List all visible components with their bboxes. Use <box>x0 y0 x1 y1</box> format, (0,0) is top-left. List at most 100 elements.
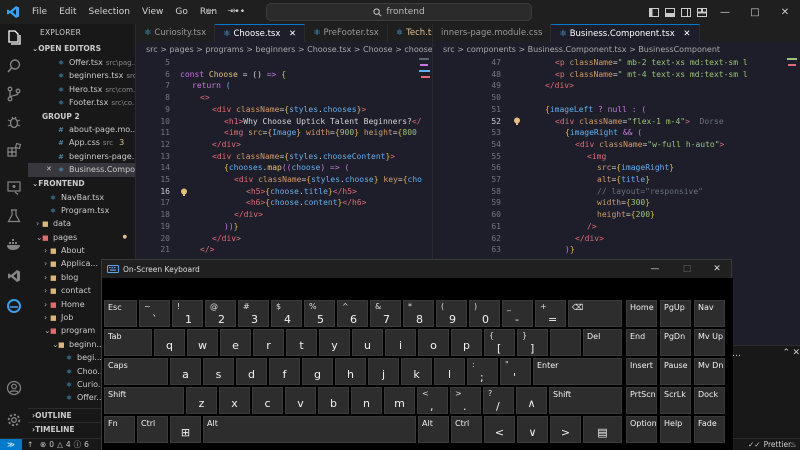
chevron-down-icon[interactable]: ⌄ <box>36 231 43 244</box>
key-r[interactable]: r <box>253 329 284 356</box>
key-mv-up[interactable]: Mv Up <box>694 329 725 356</box>
key--[interactable]: _ - <box>502 300 533 327</box>
key-s[interactable]: s <box>203 358 234 385</box>
key-⌫[interactable]: ⌫ <box>568 300 622 327</box>
key-,[interactable]: <, <box>417 387 448 414</box>
key-e[interactable]: e <box>220 329 251 356</box>
close-tab-icon[interactable]: ✕ <box>681 29 690 39</box>
code-editor-right[interactable]: 47 48 49 50 51 52 53 54 55 56 57 58 59 6… <box>432 57 786 260</box>
key-d[interactable]: d <box>236 358 267 385</box>
key-f[interactable]: f <box>269 358 300 385</box>
breadcrumb-right[interactable]: src > components > Business.Component.ts… <box>432 43 800 57</box>
key-w[interactable]: w <box>187 329 218 356</box>
key-∧[interactable]: ∧ <box>516 387 547 414</box>
panel-actions-more-icon[interactable]: … <box>732 349 741 359</box>
code-editor-left[interactable]: 5 6 7 8 9 10 11 12 13 14 15 16 17 18 19 … <box>136 57 432 260</box>
key-enter[interactable]: Enter <box>533 358 622 385</box>
key-[interactable] <box>550 329 581 356</box>
testing-icon[interactable] <box>4 206 24 226</box>
key-help[interactable]: Help <box>660 416 691 443</box>
key-'[interactable]: " ' <box>500 358 531 385</box>
osk-maximize-button[interactable]: □ <box>672 260 702 278</box>
vscode-icon[interactable] <box>4 266 24 286</box>
key-5[interactable]: % 5 <box>304 300 335 327</box>
window-maximize-button[interactable]: □ <box>740 0 770 24</box>
key-8[interactable]: * 8 <box>403 300 434 327</box>
notifications-bell-icon[interactable]: ♨ <box>790 439 797 450</box>
key-home[interactable]: Home <box>626 300 657 327</box>
editor-tab[interactable]: ⚛ Curiosity.tsx <box>136 24 216 42</box>
editor-tab[interactable]: ⚛ Tech.tsx1 <box>388 24 432 42</box>
problems-indicator[interactable]: ⊗ 0 △ 4 ⓘ 6 <box>40 439 89 450</box>
key-p[interactable]: p <box>451 329 482 356</box>
key-k[interactable]: k <box>401 358 432 385</box>
frontend-header[interactable]: ⌄FRONTEND <box>28 177 135 191</box>
key-fn[interactable]: Fn <box>104 416 135 443</box>
key-3[interactable]: #3 <box>238 300 269 327</box>
key-ctrl[interactable]: Ctrl <box>137 416 168 443</box>
chevron-right-icon[interactable]: › <box>44 284 47 297</box>
key-z[interactable]: z <box>186 387 217 414</box>
key-insert[interactable]: Insert <box>626 358 657 385</box>
menu-item[interactable]: Go <box>169 0 193 24</box>
key-alt[interactable]: Alt <box>203 416 416 443</box>
key-⊞[interactable]: ⊞ <box>170 416 201 443</box>
source-control-icon[interactable] <box>4 84 24 104</box>
key-/[interactable]: ? / <box>483 387 514 414</box>
edge-icon[interactable] <box>4 296 24 316</box>
file-item[interactable]: ■ pages ⌄ ● <box>28 231 135 244</box>
file-item[interactable]: ■ About › <box>28 244 135 257</box>
key-b[interactable]: b <box>318 387 349 414</box>
minimap-left[interactable] <box>418 56 432 256</box>
key-][interactable]: }] <box>517 329 548 356</box>
search-icon[interactable] <box>4 56 24 76</box>
osk-close-button[interactable]: ✕ <box>702 260 732 278</box>
key-6[interactable]: ^ 6 <box>337 300 368 327</box>
remote-explorer-icon[interactable] <box>4 178 24 198</box>
key-`[interactable]: ~ ` <box>139 300 170 327</box>
key-;[interactable]: :; <box>467 358 498 385</box>
key-shift[interactable]: Shift <box>104 387 184 414</box>
panel-maximize-icon[interactable]: ⌃ <box>782 348 790 358</box>
chevron-right-icon[interactable]: › <box>36 217 39 230</box>
command-center-search[interactable]: frontend <box>266 3 532 21</box>
key-esc[interactable]: Esc <box>104 300 137 327</box>
open-editors-header[interactable]: ⌄OPEN EDITORS <box>28 42 135 56</box>
explorer-icon[interactable] <box>4 28 24 48</box>
chevron-right-icon[interactable]: › <box>44 257 47 270</box>
key->[interactable]: > <box>550 416 581 443</box>
window-minimize-button[interactable]: — <box>710 0 740 24</box>
branch-icon[interactable]: ↑ <box>27 439 33 450</box>
key-del[interactable]: Del <box>583 329 622 356</box>
docker-icon[interactable] <box>4 234 24 254</box>
panel-close-icon[interactable]: ✕ <box>792 348 800 358</box>
lightbulb-icon[interactable] <box>180 188 188 196</box>
remote-indicator-icon[interactable]: ≫ <box>0 439 22 450</box>
key-v[interactable]: v <box>285 387 316 414</box>
key-ctrl[interactable]: Ctrl <box>451 416 482 443</box>
key-g[interactable]: g <box>302 358 333 385</box>
chevron-down-icon[interactable]: ⌄ <box>52 338 59 351</box>
key-.[interactable]: >. <box>450 387 481 414</box>
window-close-button[interactable]: ✕ <box>770 0 800 24</box>
prettier-status[interactable]: ✓✓ Prettier <box>748 439 791 450</box>
key-shift[interactable]: Shift <box>549 387 622 414</box>
key-2[interactable]: @2 <box>205 300 236 327</box>
key-=[interactable]: + = <box>535 300 566 327</box>
key-end[interactable]: End <box>626 329 657 356</box>
key-prtscn[interactable]: PrtScn <box>626 387 657 414</box>
key-∨[interactable]: ∨ <box>517 416 548 443</box>
chevron-down-icon[interactable]: ⌄ <box>44 324 51 337</box>
editor-tab[interactable]: ⚛ Business.Component.tsx ✕ <box>551 24 700 42</box>
key-7[interactable]: & 7 <box>370 300 401 327</box>
key-scrlk[interactable]: ScrLk <box>660 387 691 414</box>
close-editor-icon[interactable]: ✕ <box>46 163 52 176</box>
close-tab-icon[interactable]: ✕ <box>286 29 296 39</box>
key-fade[interactable]: Fade <box>694 416 725 443</box>
file-item[interactable]: # beginners-page.... <box>28 150 135 163</box>
breadcrumb-left[interactable]: src > pages > programs > beginners > Cho… <box>136 43 432 57</box>
key-▤[interactable]: ▤ <box>583 416 622 443</box>
key-i[interactable]: i <box>385 329 416 356</box>
key-caps[interactable]: Caps <box>104 358 168 385</box>
key-dock[interactable]: Dock <box>694 387 725 414</box>
